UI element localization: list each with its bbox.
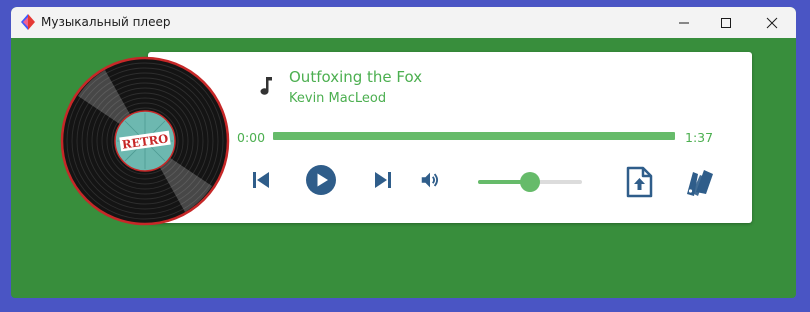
- close-icon: [766, 17, 778, 28]
- player-card: Outfoxing the Fox Kevin MacLeod 0:00 1:3…: [148, 52, 752, 223]
- volume-button[interactable]: [419, 169, 441, 191]
- progress-fill: [273, 132, 675, 140]
- maximize-icon: [721, 17, 731, 28]
- play-button[interactable]: [305, 164, 337, 196]
- music-note-icon: [260, 77, 272, 95]
- volume-icon: [421, 172, 439, 188]
- previous-button[interactable]: [249, 168, 273, 192]
- total-time: 1:37: [685, 130, 714, 145]
- skip-previous-icon: [253, 172, 269, 188]
- track-artist: Kevin MacLeod: [289, 91, 387, 106]
- vinyl-record: RETRO: [60, 56, 230, 226]
- play-icon: [306, 165, 336, 195]
- title-bar: Музыкальный плеер: [11, 7, 796, 38]
- palette-swatch-icon: [687, 170, 713, 196]
- app-window: Музыкальный плеер Outfoxing the Fox Kevi…: [11, 7, 796, 298]
- minimize-icon: [679, 22, 689, 23]
- track-title: Outfoxing the Fox: [289, 68, 423, 86]
- window-title: Музыкальный плеер: [41, 15, 171, 29]
- file-upload-icon: [626, 166, 653, 198]
- next-button[interactable]: [371, 168, 395, 192]
- progress-bar[interactable]: [273, 132, 675, 140]
- app-logo-icon: [21, 14, 35, 30]
- theme-button[interactable]: [683, 166, 715, 198]
- volume-slider[interactable]: [478, 170, 582, 194]
- maximize-button[interactable]: [703, 7, 749, 38]
- close-button[interactable]: [749, 7, 795, 38]
- current-time: 0:00: [237, 130, 266, 145]
- minimize-button[interactable]: [661, 7, 707, 38]
- skip-next-icon: [375, 172, 391, 188]
- upload-button[interactable]: [625, 166, 653, 198]
- volume-thumb[interactable]: [520, 172, 540, 192]
